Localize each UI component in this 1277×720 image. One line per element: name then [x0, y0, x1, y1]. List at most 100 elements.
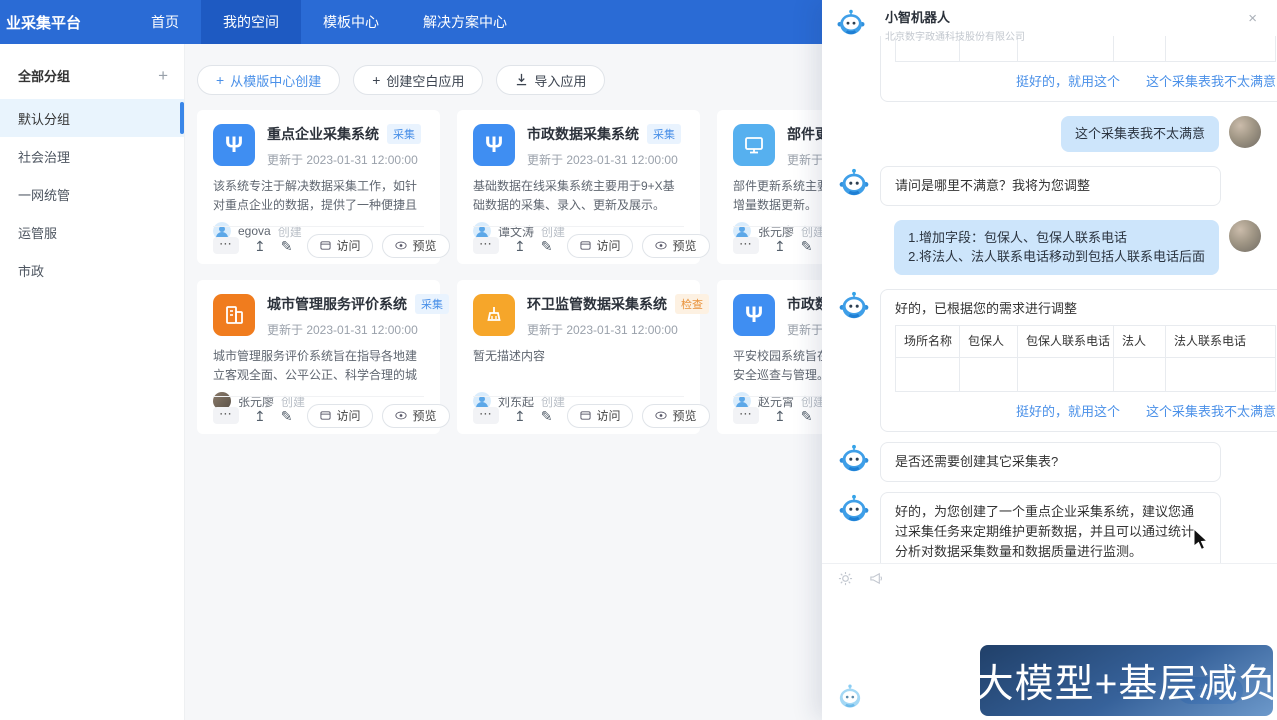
nav-item-solution-center[interactable]: 解决方案中心 — [401, 0, 529, 44]
more-icon[interactable]: ⋯ — [213, 407, 239, 424]
more-icon[interactable]: ⋯ — [213, 237, 239, 254]
button-label: 从模版中心创建 — [230, 71, 321, 90]
import-app-button[interactable]: 导入应用 — [496, 65, 605, 95]
publish-icon[interactable]: ↥ — [774, 409, 786, 423]
app-card[interactable]: 城市管理服务评价系统 采集 更新于 2023-01-31 12:00:00 城市… — [197, 280, 440, 434]
status-badge: 采集 — [387, 124, 421, 144]
message-list: 挺好的，就用这个 这个采集表我不太满意 这个采集表我不太满意 请问是哪里不满意？… — [822, 36, 1277, 563]
app-description: 暂无描述内容 — [473, 347, 684, 385]
app-title: 市政数据采集系统 — [527, 124, 639, 144]
sidebar-header: 全部分组 + — [0, 44, 184, 99]
reject-form-link[interactable]: 这个采集表我不太满意 — [1146, 72, 1276, 92]
adjustment-confirmation: 好的，已根据您的需求进行调整 — [895, 299, 1276, 319]
nav-menu: 首页 我的空间 模板中心 解决方案中心 — [129, 0, 529, 44]
publish-icon[interactable]: ↥ — [514, 239, 526, 253]
visit-button[interactable]: 访问 — [567, 234, 633, 258]
publish-icon[interactable]: ↥ — [254, 239, 266, 253]
edit-icon[interactable]: ✎ — [541, 239, 553, 253]
edit-icon[interactable]: ✎ — [281, 239, 293, 253]
button-label: 创建空白应用 — [386, 71, 464, 90]
input-divider — [822, 563, 1277, 564]
building-icon — [213, 294, 255, 336]
more-icon[interactable]: ⋯ — [473, 407, 499, 424]
publish-icon[interactable]: ↥ — [514, 409, 526, 423]
button-label: 导入应用 — [534, 71, 586, 90]
bot-table-message: 好的，已根据您的需求进行调整 场所名称 包保人 包保人联系电话 法人 法人联系电… — [838, 289, 1261, 432]
app-title: 环卫监管数据采集系统 — [527, 294, 667, 314]
visit-button[interactable]: 访问 — [307, 234, 373, 258]
assistant-company: 北京数字政通科技股份有限公司 — [885, 28, 1025, 43]
visit-button[interactable]: 访问 — [307, 404, 373, 428]
close-icon[interactable]: × — [1248, 10, 1257, 27]
updated-time: 更新于 2023-01-31 12:00:00 — [267, 151, 421, 168]
edit-icon[interactable]: ✎ — [281, 409, 293, 423]
updated-time: 更新于 2023-01-31 12:00:00 — [527, 151, 681, 168]
status-badge: 采集 — [415, 294, 449, 314]
creation-summary: 好的，为您创建了一个重点企业采集系统，建议您通过采集任务来定期维护更新数据，并且… — [895, 502, 1206, 562]
preview-button[interactable]: 预览 — [642, 234, 709, 258]
accept-form-link[interactable]: 挺好的，就用这个 — [1016, 402, 1120, 422]
create-blank-app-button[interactable]: + 创建空白应用 — [353, 65, 483, 95]
preview-button[interactable]: 预览 — [382, 404, 449, 428]
settings-gear-icon[interactable] — [838, 571, 853, 586]
announcement-icon[interactable] — [869, 571, 884, 586]
app-description: 基础数据在线采集系统主要用于9+X基础数据的采集、录入、更新及展示。 — [473, 177, 684, 215]
visit-button[interactable]: 访问 — [567, 404, 633, 428]
plus-icon: + — [372, 73, 380, 87]
nav-item-home[interactable]: 首页 — [129, 0, 201, 44]
bot-message: 是否还需要创建其它采集表? — [838, 442, 1261, 482]
chat-toolbar — [838, 571, 884, 586]
status-badge: 检查 — [675, 294, 709, 314]
nav-item-template-center[interactable]: 模板中心 — [301, 0, 401, 44]
user-avatar — [1229, 116, 1261, 148]
user-message: 这个采集表我不太满意 — [838, 116, 1261, 152]
app-title: 城市管理服务评价系统 — [267, 294, 407, 314]
promo-banner: 大模型+基层减负 — [980, 645, 1273, 716]
robot-avatar — [838, 492, 870, 524]
sidebar-item-one-network[interactable]: 一网统管 — [0, 175, 184, 213]
import-icon — [515, 73, 528, 88]
collection-form-table: 场所名称 包保人 包保人联系电话 法人 法人联系电话 — [895, 325, 1276, 392]
sidebar-item-operation[interactable]: 运管服 — [0, 213, 184, 251]
robot-avatar — [838, 166, 870, 198]
app-card[interactable]: 环卫监管数据采集系统 检查 更新于 2023-01-31 12:00:00 暂无… — [457, 280, 700, 434]
status-badge: 采集 — [647, 124, 681, 144]
more-icon[interactable]: ⋯ — [733, 407, 759, 424]
add-group-icon[interactable]: + — [158, 67, 168, 84]
plus-icon: + — [216, 73, 224, 87]
preview-button[interactable]: 预览 — [382, 234, 449, 258]
mini-robot-icon[interactable] — [836, 682, 864, 710]
robot-avatar — [838, 442, 870, 474]
sidebar-item-default-group[interactable]: 默认分组 — [0, 99, 184, 137]
sidebar-title: 全部分组 — [18, 66, 70, 85]
nav-item-my-space[interactable]: 我的空间 — [201, 0, 301, 44]
user-message: 1.增加字段：包保人、包保人联系电话 2.将法人、法人联系电话移动到包括人联系电… — [838, 220, 1261, 275]
accept-form-link[interactable]: 挺好的，就用这个 — [1016, 72, 1120, 92]
preview-button[interactable]: 预览 — [642, 404, 709, 428]
updated-time: 更新于 2023-01-31 12:00:00 — [267, 321, 449, 338]
create-from-template-button[interactable]: + 从模版中心创建 — [197, 65, 340, 95]
mouse-cursor — [1192, 528, 1210, 552]
monitor-icon — [733, 124, 775, 166]
robot-avatar — [836, 7, 866, 37]
bot-table-message-partial: 挺好的，就用这个 这个采集表我不太满意 — [838, 36, 1261, 102]
more-icon[interactable]: ⋯ — [733, 237, 759, 254]
app-logo-icon: Ψ — [213, 124, 255, 166]
app-card[interactable]: Ψ 市政数据采集系统 采集 更新于 2023-01-31 12:00:00 基础… — [457, 110, 700, 264]
updated-time: 更新于 2023-01-31 12:00:00 — [527, 321, 709, 338]
reject-form-link[interactable]: 这个采集表我不太满意 — [1146, 402, 1276, 422]
publish-icon[interactable]: ↥ — [774, 239, 786, 253]
chat-header: 小智机器人 北京数字政通科技股份有限公司 × — [822, 0, 1277, 36]
sidebar-item-municipal[interactable]: 市政 — [0, 251, 184, 289]
sidebar-item-social-governance[interactable]: 社会治理 — [0, 137, 184, 175]
publish-icon[interactable]: ↥ — [254, 409, 266, 423]
group-sidebar: 全部分组 + 默认分组 社会治理 一网统管 运管服 市政 — [0, 44, 185, 720]
edit-icon[interactable]: ✎ — [801, 239, 813, 253]
edit-icon[interactable]: ✎ — [541, 409, 553, 423]
app-card[interactable]: Ψ 重点企业采集系统 采集 更新于 2023-01-31 12:00:00 该系… — [197, 110, 440, 264]
more-icon[interactable]: ⋯ — [473, 237, 499, 254]
app-logo-icon: Ψ — [733, 294, 775, 336]
edit-icon[interactable]: ✎ — [801, 409, 813, 423]
app-description: 该系统专注于解决数据采集工作，如针对重点企业的数据，提供了一种便捷且高效的数据采… — [213, 177, 424, 215]
bot-message: 请问是哪里不满意？我将为您调整 — [838, 166, 1261, 206]
